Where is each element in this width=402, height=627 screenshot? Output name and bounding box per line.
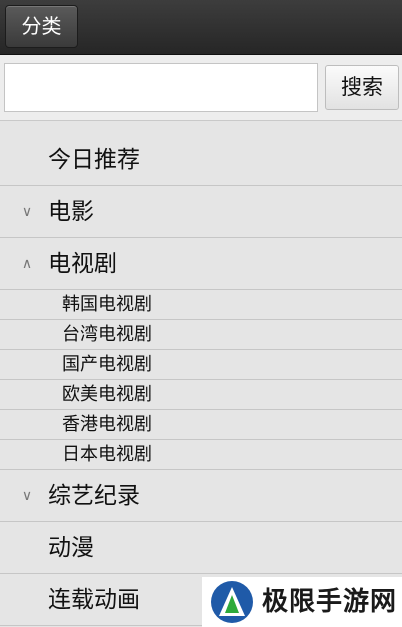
menu-item-anime[interactable]: 动漫 <box>0 522 402 574</box>
menu-item-variety-documentary[interactable]: ∨ 综艺纪录 <box>0 470 402 522</box>
menu-item-movies[interactable]: ∨ 电影 <box>0 186 402 238</box>
menu-item-label: 连载动画 <box>48 587 140 613</box>
chevron-down-icon: ∨ <box>21 204 33 220</box>
site-logo-icon <box>211 581 253 623</box>
submenu-item-label: 欧美电视剧 <box>62 384 152 405</box>
menu-item-label: 电影 <box>48 199 94 225</box>
menu-item-label: 今日推荐 <box>48 147 140 173</box>
submenu-item-label: 台湾电视剧 <box>62 324 152 345</box>
submenu-item-label: 韩国电视剧 <box>62 294 152 315</box>
category-menu: 今日推荐 ∨ 电影 ∧ 电视剧 韩国电视剧 台湾电视剧 国产电视剧 欧美电视剧 … <box>0 134 402 626</box>
submenu-item-label: 日本电视剧 <box>62 444 152 465</box>
search-button[interactable]: 搜索 <box>325 65 399 110</box>
submenu-item-japanese-tv[interactable]: 日本电视剧 <box>0 440 402 470</box>
menu-item-tv-series[interactable]: ∧ 电视剧 <box>0 238 402 290</box>
menu-item-label: 综艺纪录 <box>48 483 140 509</box>
submenu-item-korean-tv[interactable]: 韩国电视剧 <box>0 290 402 320</box>
submenu-item-hongkong-tv[interactable]: 香港电视剧 <box>0 410 402 440</box>
submenu-item-western-tv[interactable]: 欧美电视剧 <box>0 380 402 410</box>
menu-item-today-recommend[interactable]: 今日推荐 <box>0 134 402 186</box>
watermark-text: 极限手游网 <box>262 587 398 617</box>
submenu-item-label: 国产电视剧 <box>62 354 152 375</box>
top-bar: 分类 <box>0 0 402 55</box>
chevron-down-icon: ∨ <box>21 488 33 504</box>
search-input[interactable] <box>4 63 318 112</box>
watermark: 极限手游网 <box>202 577 402 627</box>
submenu-item-taiwan-tv[interactable]: 台湾电视剧 <box>0 320 402 350</box>
chevron-up-icon: ∧ <box>21 256 33 272</box>
search-bar: 搜索 <box>0 55 402 121</box>
category-button[interactable]: 分类 <box>5 5 78 48</box>
menu-item-label: 动漫 <box>48 535 94 561</box>
submenu-item-label: 香港电视剧 <box>62 414 152 435</box>
menu-item-label: 电视剧 <box>48 251 117 277</box>
submenu-item-domestic-tv[interactable]: 国产电视剧 <box>0 350 402 380</box>
